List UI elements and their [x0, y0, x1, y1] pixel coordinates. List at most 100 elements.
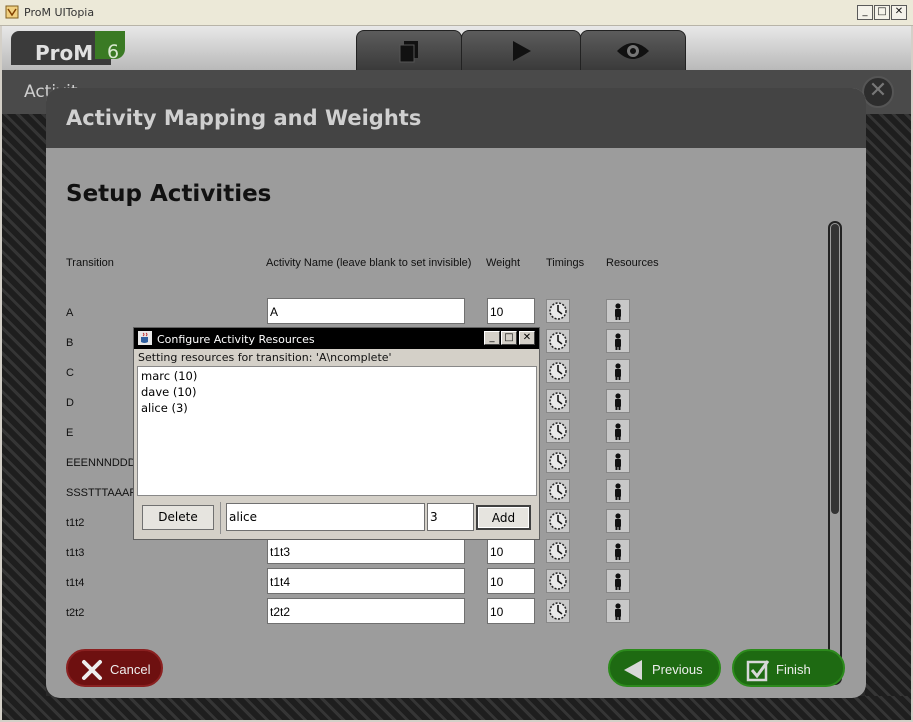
timings-button[interactable]: [546, 359, 570, 383]
clock-icon: [549, 302, 567, 320]
timings-button[interactable]: [546, 449, 570, 473]
background-pattern-right: [865, 114, 911, 720]
play-icon: [513, 41, 531, 61]
transition-label: D: [66, 397, 74, 409]
person-icon: [615, 483, 621, 500]
resources-button[interactable]: [606, 509, 630, 533]
clock-icon: [549, 392, 567, 410]
timings-button[interactable]: [546, 509, 570, 533]
weight-input[interactable]: 10: [487, 568, 535, 594]
resource-dialog-title: Configure Activity Resources: [157, 333, 315, 346]
activity-name-input[interactable]: t1t4: [267, 568, 465, 594]
resources-button[interactable]: [606, 299, 630, 323]
transition-label: t1t4: [66, 577, 85, 589]
previous-label: Previous: [652, 662, 703, 677]
resource-name-input[interactable]: alice: [226, 503, 425, 531]
cancel-label: Cancel: [110, 662, 151, 677]
arrow-left-icon: [624, 660, 642, 680]
previous-button[interactable]: Previous: [608, 649, 721, 687]
person-icon: [615, 513, 621, 530]
add-button[interactable]: Add: [476, 505, 531, 530]
background-pattern-left: [2, 114, 46, 720]
copy-icon: [399, 41, 418, 63]
tab-workspace[interactable]: [356, 30, 462, 70]
resources-button[interactable]: [606, 569, 630, 593]
person-icon: [615, 333, 621, 350]
resources-button[interactable]: [606, 449, 630, 473]
resource-caption: Setting resources for transition: 'A\nco…: [138, 351, 392, 364]
timings-button[interactable]: [546, 329, 570, 353]
resources-button[interactable]: [606, 599, 630, 623]
list-item[interactable]: alice (3): [141, 401, 188, 415]
resources-button[interactable]: [606, 419, 630, 443]
list-item[interactable]: dave (10): [141, 385, 197, 399]
transition-label: A: [66, 307, 74, 319]
list-item[interactable]: marc (10): [141, 369, 197, 383]
delete-button[interactable]: Delete: [142, 505, 214, 530]
timings-button[interactable]: [546, 479, 570, 503]
timings-button[interactable]: [546, 419, 570, 443]
prom-logo: ProM 6: [11, 31, 125, 65]
scrollbar-thumb[interactable]: [831, 224, 839, 514]
clock-icon: [549, 602, 567, 620]
dialog-minimize-button[interactable]: _: [484, 331, 500, 345]
activity-name-input[interactable]: t1t3: [267, 538, 465, 564]
logo-version: 6: [107, 41, 120, 63]
clock-icon: [549, 512, 567, 530]
timings-button[interactable]: [546, 569, 570, 593]
person-icon: [615, 393, 621, 410]
resource-weight-input[interactable]: 3: [427, 503, 474, 531]
resources-button[interactable]: [606, 329, 630, 353]
weight-input[interactable]: 10: [487, 598, 535, 624]
clock-icon: [549, 452, 567, 470]
cancel-x-icon: [82, 660, 102, 680]
timings-button[interactable]: [546, 539, 570, 563]
weight-input[interactable]: 10: [487, 538, 535, 564]
minimize-button[interactable]: _: [857, 5, 873, 20]
section-title: Setup Activities: [66, 181, 272, 207]
cancel-button[interactable]: Cancel: [66, 649, 163, 687]
person-icon: [615, 453, 621, 470]
resources-button[interactable]: [606, 389, 630, 413]
transition-label: EEENNNDDD: [66, 457, 136, 469]
wizard-header: Activity Mapping and Weights: [46, 88, 866, 148]
close-button[interactable]: ✕: [891, 5, 907, 20]
activity-name-input[interactable]: A: [267, 298, 465, 324]
column-header-activity-name: Activity Name (leave blank to set invisi…: [266, 257, 472, 269]
resource-dialog-titlebar: Configure Activity Resources _ □ ✕: [134, 328, 539, 349]
transition-label: t2t2: [66, 607, 85, 619]
transition-label: t1t2: [66, 517, 85, 529]
weight-input[interactable]: 10: [487, 298, 535, 324]
resources-button[interactable]: [606, 359, 630, 383]
clock-icon: [549, 482, 567, 500]
vertical-scrollbar[interactable]: [828, 221, 842, 685]
clock-icon: [549, 362, 567, 380]
logo-name: ProM: [35, 41, 94, 65]
tab-actions[interactable]: [461, 30, 581, 70]
column-header-timings: Timings: [546, 257, 585, 269]
transition-label: C: [66, 367, 74, 379]
checkbox-check-icon: [746, 660, 770, 682]
finish-button[interactable]: Finish: [732, 649, 845, 687]
resource-dialog: Configure Activity Resources _ □ ✕ Setti…: [133, 327, 540, 540]
timings-button[interactable]: [546, 599, 570, 623]
tab-views[interactable]: [580, 30, 686, 70]
separator: [220, 502, 221, 534]
resource-list[interactable]: marc (10) dave (10) alice (3): [137, 366, 537, 496]
timings-button[interactable]: [546, 389, 570, 413]
app-icon: [5, 5, 19, 19]
person-icon: [615, 543, 621, 560]
person-icon: [615, 363, 621, 380]
dialog-close-button[interactable]: ✕: [519, 331, 535, 345]
background-close-icon[interactable]: ✕: [862, 76, 894, 108]
resources-button[interactable]: [606, 539, 630, 563]
dialog-maximize-button[interactable]: □: [501, 331, 517, 345]
java-cup-icon: [138, 331, 152, 345]
wizard-title: Activity Mapping and Weights: [66, 106, 422, 130]
clock-icon: [549, 422, 567, 440]
transition-label: E: [66, 427, 74, 439]
maximize-button[interactable]: □: [874, 5, 890, 20]
activity-name-input[interactable]: t2t2: [267, 598, 465, 624]
timings-button[interactable]: [546, 299, 570, 323]
resources-button[interactable]: [606, 479, 630, 503]
